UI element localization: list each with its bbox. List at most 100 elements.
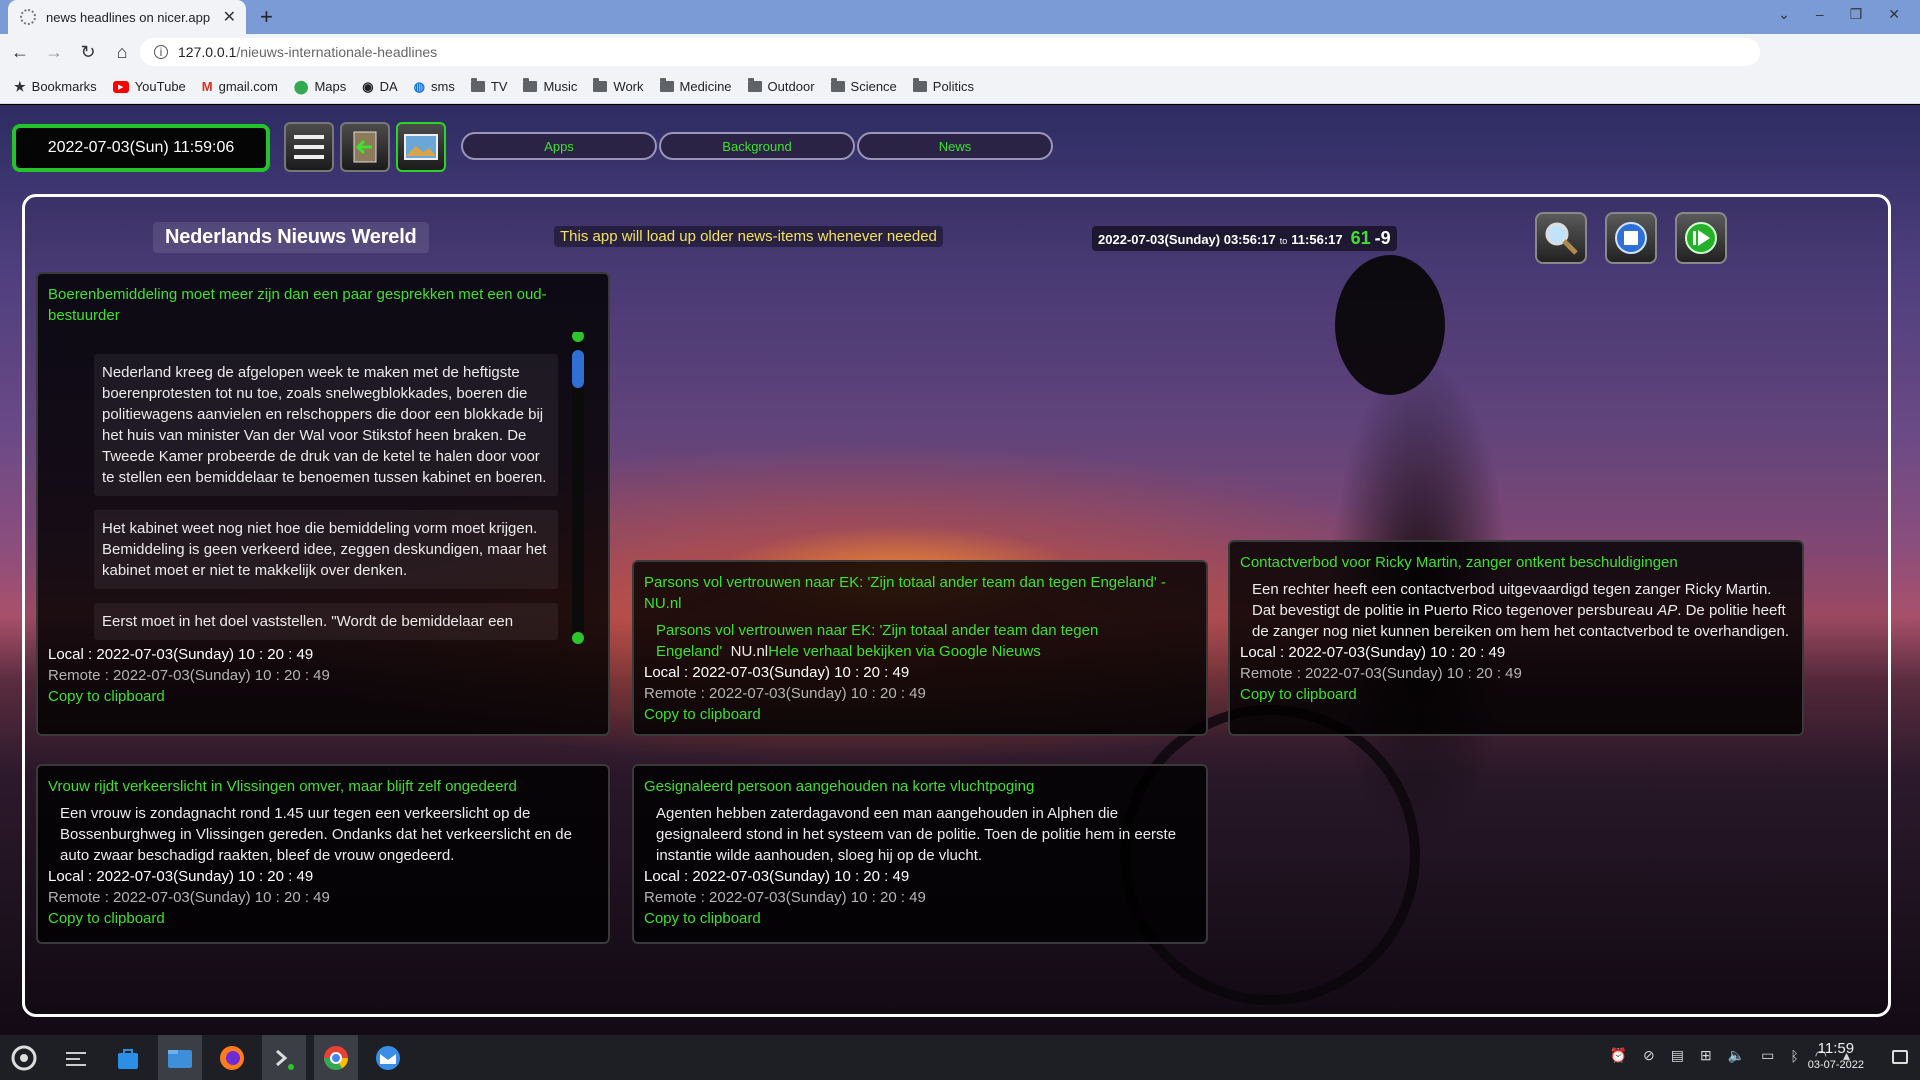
bookmark-medicine[interactable]: Medicine <box>659 78 732 94</box>
bookmark-tv[interactable]: TV <box>470 78 507 94</box>
taskbar-store-button[interactable] <box>106 1035 150 1080</box>
reload-icon[interactable]: ↻ <box>74 42 102 63</box>
article-source: NU.nl <box>730 643 769 660</box>
scroll-up-icon[interactable] <box>572 332 584 342</box>
news-card-title[interactable]: Parsons vol vertrouwen naar EK: 'Zijn to… <box>644 572 1196 614</box>
bookmark-science[interactable]: Science <box>830 78 897 94</box>
copy-to-clipboard-link[interactable]: Copy to clipboard <box>644 704 1196 725</box>
gmail-icon: M <box>201 79 213 94</box>
copy-to-clipboard-link[interactable]: Copy to clipboard <box>644 908 1196 929</box>
new-tab-button[interactable]: + <box>260 4 273 30</box>
news-card-title[interactable]: Boerenbemiddeling moet meer zijn dan een… <box>48 284 598 326</box>
news-card-title[interactable]: Gesignaleerd persoon aangehouden na kort… <box>644 776 1196 797</box>
apps-menu-button[interactable]: Apps <box>461 132 657 160</box>
news-card-title[interactable]: Vrouw rijdt verkeerslicht in Vlissingen … <box>48 776 598 797</box>
folder-icon <box>659 78 674 92</box>
scroll-thumb[interactable] <box>572 350 584 388</box>
address-bar[interactable]: i 127.0.0.1/nieuws-internationale-headli… <box>140 38 1760 66</box>
maps-icon: ⬤ <box>293 78 309 94</box>
stop-button[interactable] <box>1605 212 1657 264</box>
scrollbar[interactable] <box>572 332 584 644</box>
google-news-link[interactable]: Hele verhaal bekijken via Google Nieuws <box>768 643 1041 660</box>
search-button[interactable] <box>1535 212 1587 264</box>
bookmark-label: sms <box>430 79 455 94</box>
item-count: 61 <box>1350 228 1371 248</box>
background-picker-button[interactable] <box>396 122 446 172</box>
news-body-emphasis: AP <box>1657 602 1678 619</box>
bookmark-work[interactable]: Work <box>593 78 644 94</box>
bookmark-bookmarks[interactable]: ★ Bookmarks <box>14 79 97 95</box>
minimize-icon[interactable]: – <box>1816 6 1824 23</box>
news-card: Boerenbemiddeling moet meer zijn dan een… <box>36 272 610 736</box>
tab-search-icon[interactable]: ⌄ <box>1778 6 1790 23</box>
folder-icon <box>470 78 485 92</box>
news-card-body: Parsons vol vertrouwen naar EK: 'Zijn to… <box>644 620 1196 662</box>
taskbar-thunderbird-button[interactable] <box>366 1035 410 1080</box>
forward-icon[interactable]: → <box>40 42 68 63</box>
sms-icon: ◍ <box>413 78 425 94</box>
site-info-icon[interactable]: i <box>154 45 168 59</box>
battery-icon[interactable]: ▭ <box>1761 1047 1774 1064</box>
back-icon[interactable]: ← <box>6 42 34 63</box>
range-to-word: to <box>1279 236 1288 246</box>
bookmark-gmail-com[interactable]: Mgmail.com <box>202 79 278 94</box>
news-card-scroll-area[interactable]: Nederland kreeg de afgelopen week te mak… <box>48 332 598 644</box>
taskbar-firefox-button[interactable] <box>210 1035 254 1080</box>
menu-button[interactable] <box>284 122 334 172</box>
bluetooth-icon[interactable]: ᛒ <box>1790 1048 1798 1064</box>
local-timestamp: Local : 2022-07-03(Sunday) 10 : 20 : 49 <box>48 646 314 663</box>
taskbar-terminal-button[interactable] <box>262 1035 306 1080</box>
vpn-icon[interactable]: ⊘ <box>1643 1047 1655 1064</box>
news-card: Contactverbod voor Ricky Martin, zanger … <box>1228 540 1804 736</box>
scroll-down-icon[interactable] <box>572 632 584 644</box>
news-menu-button[interactable]: News <box>857 132 1053 160</box>
copy-to-clipboard-link[interactable]: Copy to clipboard <box>48 686 598 707</box>
background-menu-button[interactable]: Background <box>659 132 855 160</box>
news-card: Gesignaleerd persoon aangehouden na kort… <box>632 764 1208 944</box>
clipboard-icon[interactable]: ▤ <box>1671 1047 1684 1064</box>
bookmark-label: gmail.com <box>218 79 278 94</box>
back-arrow-icon <box>353 131 377 163</box>
bookmark-da[interactable]: ◉ DA <box>362 79 397 95</box>
news-paragraph: Eerst moet in het doel vaststellen. "Wor… <box>94 603 558 640</box>
notifications-icon[interactable]: ⏰ <box>1610 1047 1627 1064</box>
folder-icon <box>593 78 608 92</box>
bookmark-sms[interactable]: ◍ sms <box>414 79 455 95</box>
bookmark-label: YouTube <box>134 79 186 94</box>
copy-to-clipboard-link[interactable]: Copy to clipboard <box>48 908 598 929</box>
taskbar-settings-button[interactable] <box>54 1035 98 1080</box>
folder-icon <box>912 78 927 92</box>
bookmark-maps[interactable]: ⬤ Maps <box>294 79 346 95</box>
stop-icon <box>1615 222 1647 254</box>
shopping-bag-icon <box>118 1048 138 1069</box>
bookmark-outdoor[interactable]: Outdoor <box>747 78 815 94</box>
clock-date: 03-07-2022 <box>1807 1059 1864 1071</box>
tab-strip: news headlines on nicer.app ✕ + ⌄ – ❐ ✕ <box>0 0 1920 34</box>
volume-icon[interactable]: 🔈 <box>1728 1047 1745 1064</box>
app-note: This app will load up older news-items w… <box>554 226 943 247</box>
screenshot-icon[interactable]: ⊞ <box>1700 1047 1712 1064</box>
news-card-title[interactable]: Contactverbod voor Ricky Martin, zanger … <box>1240 552 1792 573</box>
list-menu-icon <box>294 135 324 159</box>
copy-to-clipboard-link[interactable]: Copy to clipboard <box>1240 684 1792 705</box>
show-desktop-button[interactable] <box>1892 1050 1908 1064</box>
start-menu-button[interactable] <box>2 1035 46 1080</box>
bookmark-politics[interactable]: Politics <box>912 78 974 94</box>
bookmark-label: DA <box>379 79 398 94</box>
restore-icon[interactable]: ❐ <box>1850 6 1863 23</box>
close-window-icon[interactable]: ✕ <box>1888 6 1900 23</box>
chrome-icon <box>324 1045 348 1070</box>
taskbar-chrome-button[interactable] <box>314 1035 358 1080</box>
bookmark-label: Bookmarks <box>31 79 97 94</box>
play-button[interactable] <box>1675 212 1727 264</box>
terminal-icon <box>276 1049 294 1070</box>
taskbar-files-button[interactable] <box>158 1035 202 1080</box>
system-clock[interactable]: 11:59 03-07-2022 <box>1808 1041 1864 1073</box>
bookmark-youtube[interactable]: ▶ YouTube <box>112 79 186 94</box>
home-icon[interactable]: ⌂ <box>108 42 136 63</box>
bookmark-music[interactable]: Music <box>523 78 577 94</box>
news-card: Parsons vol vertrouwen naar EK: 'Zijn to… <box>632 560 1208 736</box>
browser-tab[interactable]: news headlines on nicer.app ✕ <box>8 0 246 34</box>
back-button[interactable] <box>340 122 390 172</box>
tab-close-icon[interactable]: ✕ <box>223 7 236 27</box>
